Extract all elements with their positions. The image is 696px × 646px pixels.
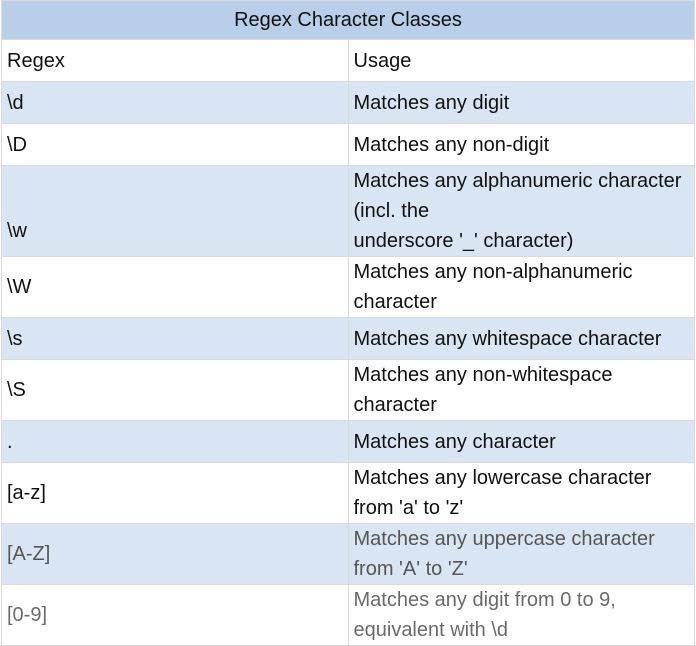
usage-cell: Matches any non-whitespace character	[347, 359, 695, 421]
column-header-regex: Regex	[1, 39, 349, 82]
regex-cell: \w	[1, 165, 349, 257]
regex-cell: [A-Z]	[1, 523, 349, 585]
regex-cell: \D	[1, 123, 349, 166]
table-header-row: Regex Usage	[1, 39, 695, 82]
table-title: Regex Character Classes	[1, 0, 695, 40]
regex-cell: [a-z]	[1, 462, 349, 524]
usage-cell: Matches any digit	[347, 81, 695, 124]
column-header-usage: Usage	[347, 39, 695, 82]
table-row: [A-Z] Matches any uppercase character fr…	[1, 523, 695, 585]
usage-cell: Matches any non-digit	[347, 123, 695, 166]
table-row: \d Matches any digit	[1, 81, 695, 124]
usage-cell: Matches any alphanumeric character (incl…	[347, 165, 695, 257]
usage-cell: Matches any character	[347, 420, 695, 463]
regex-cell: \W	[1, 256, 349, 318]
regex-character-classes-table: Regex Character Classes Regex Usage \d M…	[1, 0, 695, 646]
usage-cell: Matches any uppercase character from 'A'…	[347, 523, 695, 585]
usage-line: Matches any alphanumeric character (incl…	[353, 170, 682, 222]
usage-cell: Matches any whitespace character	[347, 317, 695, 360]
table-row: \s Matches any whitespace character	[1, 317, 695, 360]
table-row: \w Matches any alphanumeric character (i…	[1, 165, 695, 257]
table-title-row: Regex Character Classes	[1, 0, 695, 40]
usage-line: underscore '_' character)	[353, 230, 574, 252]
usage-cell: Matches any non-alphanumeric character	[347, 256, 695, 318]
regex-cell: .	[1, 420, 349, 463]
regex-cell: \S	[1, 359, 349, 421]
table-row: \W Matches any non-alphanumeric characte…	[1, 256, 695, 318]
regex-cell: \s	[1, 317, 349, 360]
usage-cell: Matches any lowercase character from 'a'…	[347, 462, 695, 524]
regex-table: Regex Character Classes Regex Usage \d M…	[1, 0, 695, 646]
table-row: [a-z] Matches any lowercase character fr…	[1, 462, 695, 524]
table-row: \S Matches any non-whitespace character	[1, 359, 695, 421]
table-row: \D Matches any non-digit	[1, 123, 695, 166]
table-row: [0-9] Matches any digit from 0 to 9, equ…	[1, 584, 695, 646]
regex-cell: [0-9]	[1, 584, 349, 646]
usage-cell: Matches any digit from 0 to 9, equivalen…	[347, 584, 695, 646]
regex-cell: \d	[1, 81, 349, 124]
table-row: . Matches any character	[1, 420, 695, 463]
